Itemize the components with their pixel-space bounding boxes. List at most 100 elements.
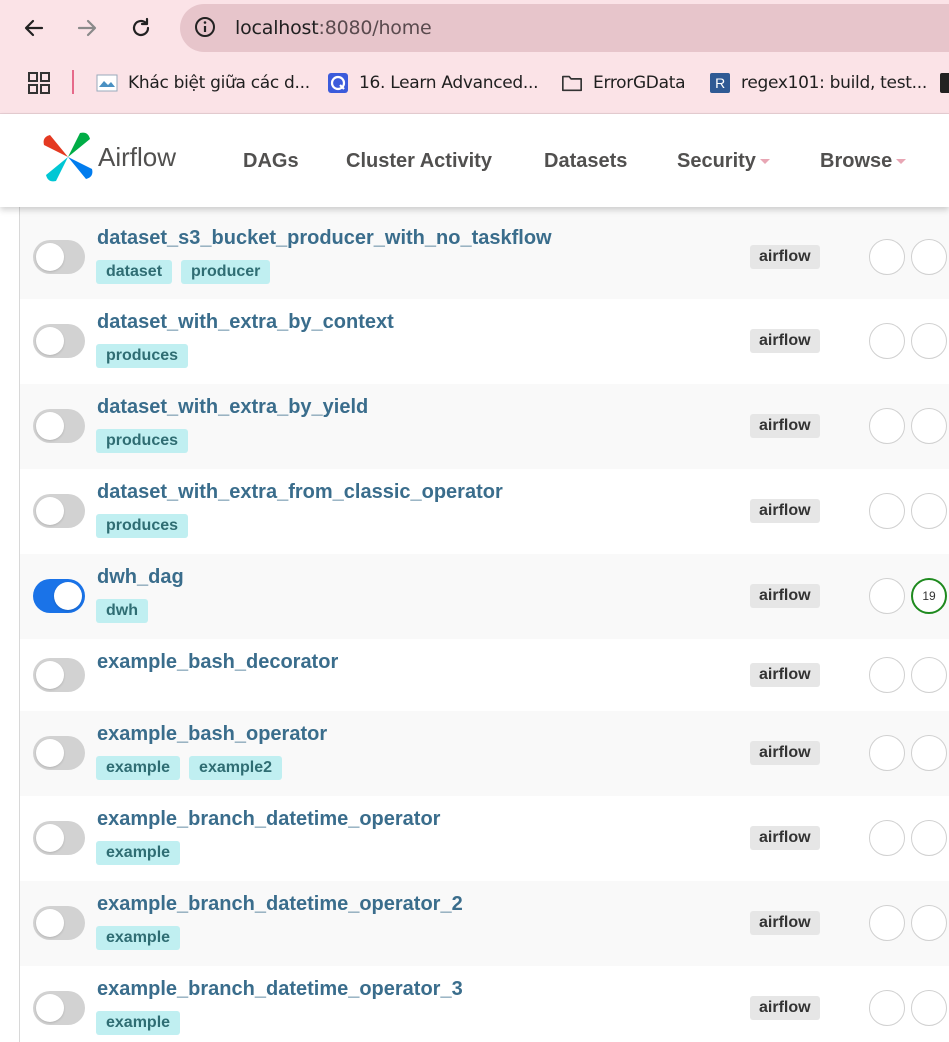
dag-tag[interactable]: produces [96, 514, 189, 538]
dag-name-link[interactable]: example_branch_datetime_operator_2 [97, 893, 463, 916]
nav-label: Datasets [544, 150, 628, 172]
reload-button[interactable] [121, 8, 161, 48]
owner-badge[interactable]: airflow [750, 329, 820, 353]
dag-tag[interactable]: dataset [96, 260, 173, 284]
success-run-count[interactable]: 19 [911, 578, 947, 614]
dag-row: dataset_with_extra_by_context produces air… [20, 299, 949, 385]
dag-tag[interactable]: dwh [96, 599, 148, 623]
dag-tag[interactable]: example [96, 926, 181, 950]
dag-row: dataset_with_extra_from_classic_operator… [20, 469, 949, 555]
forward-arrow-icon [77, 19, 97, 37]
reload-icon [132, 17, 150, 37]
run-status-circle[interactable] [869, 408, 905, 444]
pause-toggle[interactable] [33, 658, 85, 692]
owner-badge[interactable]: airflow [750, 499, 820, 523]
pause-toggle[interactable] [33, 821, 85, 855]
dag-tag[interactable]: example2 [189, 756, 282, 780]
dag-name-link[interactable]: dataset_s3_bucket_producer_with_no_taskf… [97, 227, 552, 250]
bookmark-item[interactable]: Khác biệt giữa các d... [96, 70, 310, 96]
url-text: localhost:8080/home [235, 17, 432, 39]
owner-badge[interactable]: airflow [750, 245, 820, 269]
run-status-circle[interactable] [869, 578, 905, 614]
run-status-circle[interactable] [869, 323, 905, 359]
dag-name-link[interactable]: example_bash_decorator [97, 651, 338, 674]
dag-tag[interactable]: produces [96, 429, 189, 453]
run-status-circle[interactable] [911, 657, 947, 693]
nav-label: Cluster Activity [346, 150, 492, 172]
run-status-circle[interactable] [869, 820, 905, 856]
run-status-circle[interactable] [911, 735, 947, 771]
dag-name-link[interactable]: dwh_dag [97, 566, 184, 589]
dag-name-link[interactable]: dataset_with_extra_by_yield [97, 396, 368, 419]
run-status-circle[interactable] [869, 657, 905, 693]
run-status-circle[interactable] [911, 408, 947, 444]
overflow-bookmark-icon[interactable] [940, 73, 949, 93]
owner-badge[interactable]: airflow [750, 663, 820, 687]
nav-datasets[interactable]: Datasets [544, 150, 627, 173]
owner-badge[interactable]: airflow [750, 826, 820, 850]
run-status-circle[interactable] [869, 239, 905, 275]
nav-dags[interactable]: DAGs [243, 150, 299, 173]
bookmark-item[interactable]: R regex101: build, test... [709, 70, 927, 96]
airflow-brand[interactable]: Airflow [98, 142, 176, 173]
run-status-circle[interactable] [911, 990, 947, 1026]
dag-name-link[interactable]: example_branch_datetime_operator [97, 808, 440, 831]
dag-row: example_branch_datetime_operator_2exampl… [20, 881, 949, 967]
run-status-circle[interactable] [869, 905, 905, 941]
pause-toggle[interactable] [33, 240, 85, 274]
toggle-knob [36, 412, 64, 440]
url-host: localhost [235, 17, 319, 39]
run-status-circle[interactable] [911, 323, 947, 359]
site-favicon-icon [96, 72, 118, 94]
owner-badge[interactable]: airflow [750, 741, 820, 765]
nav-browse[interactable]: Browse [820, 150, 907, 173]
dag-tag[interactable]: producer [181, 260, 271, 284]
bookmark-item[interactable]: ErrorGData [561, 70, 686, 96]
run-status-circle[interactable] [911, 239, 947, 275]
toggle-knob [36, 497, 64, 525]
url-input[interactable]: localhost:8080/home [180, 4, 949, 52]
svg-text:R: R [715, 75, 725, 91]
owner-badge[interactable]: airflow [750, 911, 820, 935]
run-status-circle[interactable] [869, 735, 905, 771]
dag-row: dwh_dagdwh airflow 19 [20, 554, 949, 640]
owner-badge[interactable]: airflow [750, 584, 820, 608]
run-status-circle[interactable] [869, 493, 905, 529]
dag-row: example_branch_datetime_operatorexample a… [20, 796, 949, 882]
pause-toggle[interactable] [33, 494, 85, 528]
dag-tag[interactable]: example [96, 756, 181, 780]
dag-tag[interactable]: example [96, 841, 181, 865]
pause-toggle[interactable] [33, 409, 85, 443]
back-button[interactable] [14, 8, 54, 48]
airflow-logo-icon[interactable] [40, 129, 96, 185]
run-status-circle[interactable] [911, 493, 947, 529]
pause-toggle[interactable] [33, 324, 85, 358]
owner-badge[interactable]: airflow [750, 996, 820, 1020]
run-status-circle[interactable] [911, 820, 947, 856]
run-status-circle[interactable] [869, 990, 905, 1026]
owner-badge[interactable]: airflow [750, 414, 820, 438]
nav-cluster-activity[interactable]: Cluster Activity [346, 150, 492, 173]
dag-name-link[interactable]: example_bash_operator [97, 723, 327, 746]
nav-security[interactable]: Security [677, 150, 770, 173]
dag-row: dataset_with_extra_by_yield produces airfl… [20, 384, 949, 470]
dag-tag[interactable]: example [96, 1011, 181, 1035]
forward-button[interactable] [67, 8, 107, 48]
dag-tag[interactable]: produces [96, 344, 189, 368]
nav-label: DAGs [243, 150, 299, 172]
toggle-knob [36, 909, 64, 937]
bookmark-label: regex101: build, test... [741, 73, 927, 93]
dag-name-link[interactable]: dataset_with_extra_from_classic_operator [97, 481, 503, 504]
bookmarks-separator [72, 70, 74, 94]
dag-name-link[interactable]: dataset_with_extra_by_context [97, 311, 394, 334]
apps-grid-icon[interactable] [28, 72, 50, 94]
dag-name-link[interactable]: example_branch_datetime_operator_3 [97, 978, 463, 1001]
run-status-circle[interactable] [911, 905, 947, 941]
pause-toggle[interactable] [33, 736, 85, 770]
dag-tags: produces [96, 429, 189, 453]
bookmark-item[interactable]: 16. Learn Advanced... [327, 70, 539, 96]
pause-toggle[interactable] [33, 906, 85, 940]
site-info-icon[interactable] [194, 16, 216, 38]
pause-toggle[interactable] [33, 579, 85, 613]
pause-toggle[interactable] [33, 991, 85, 1025]
